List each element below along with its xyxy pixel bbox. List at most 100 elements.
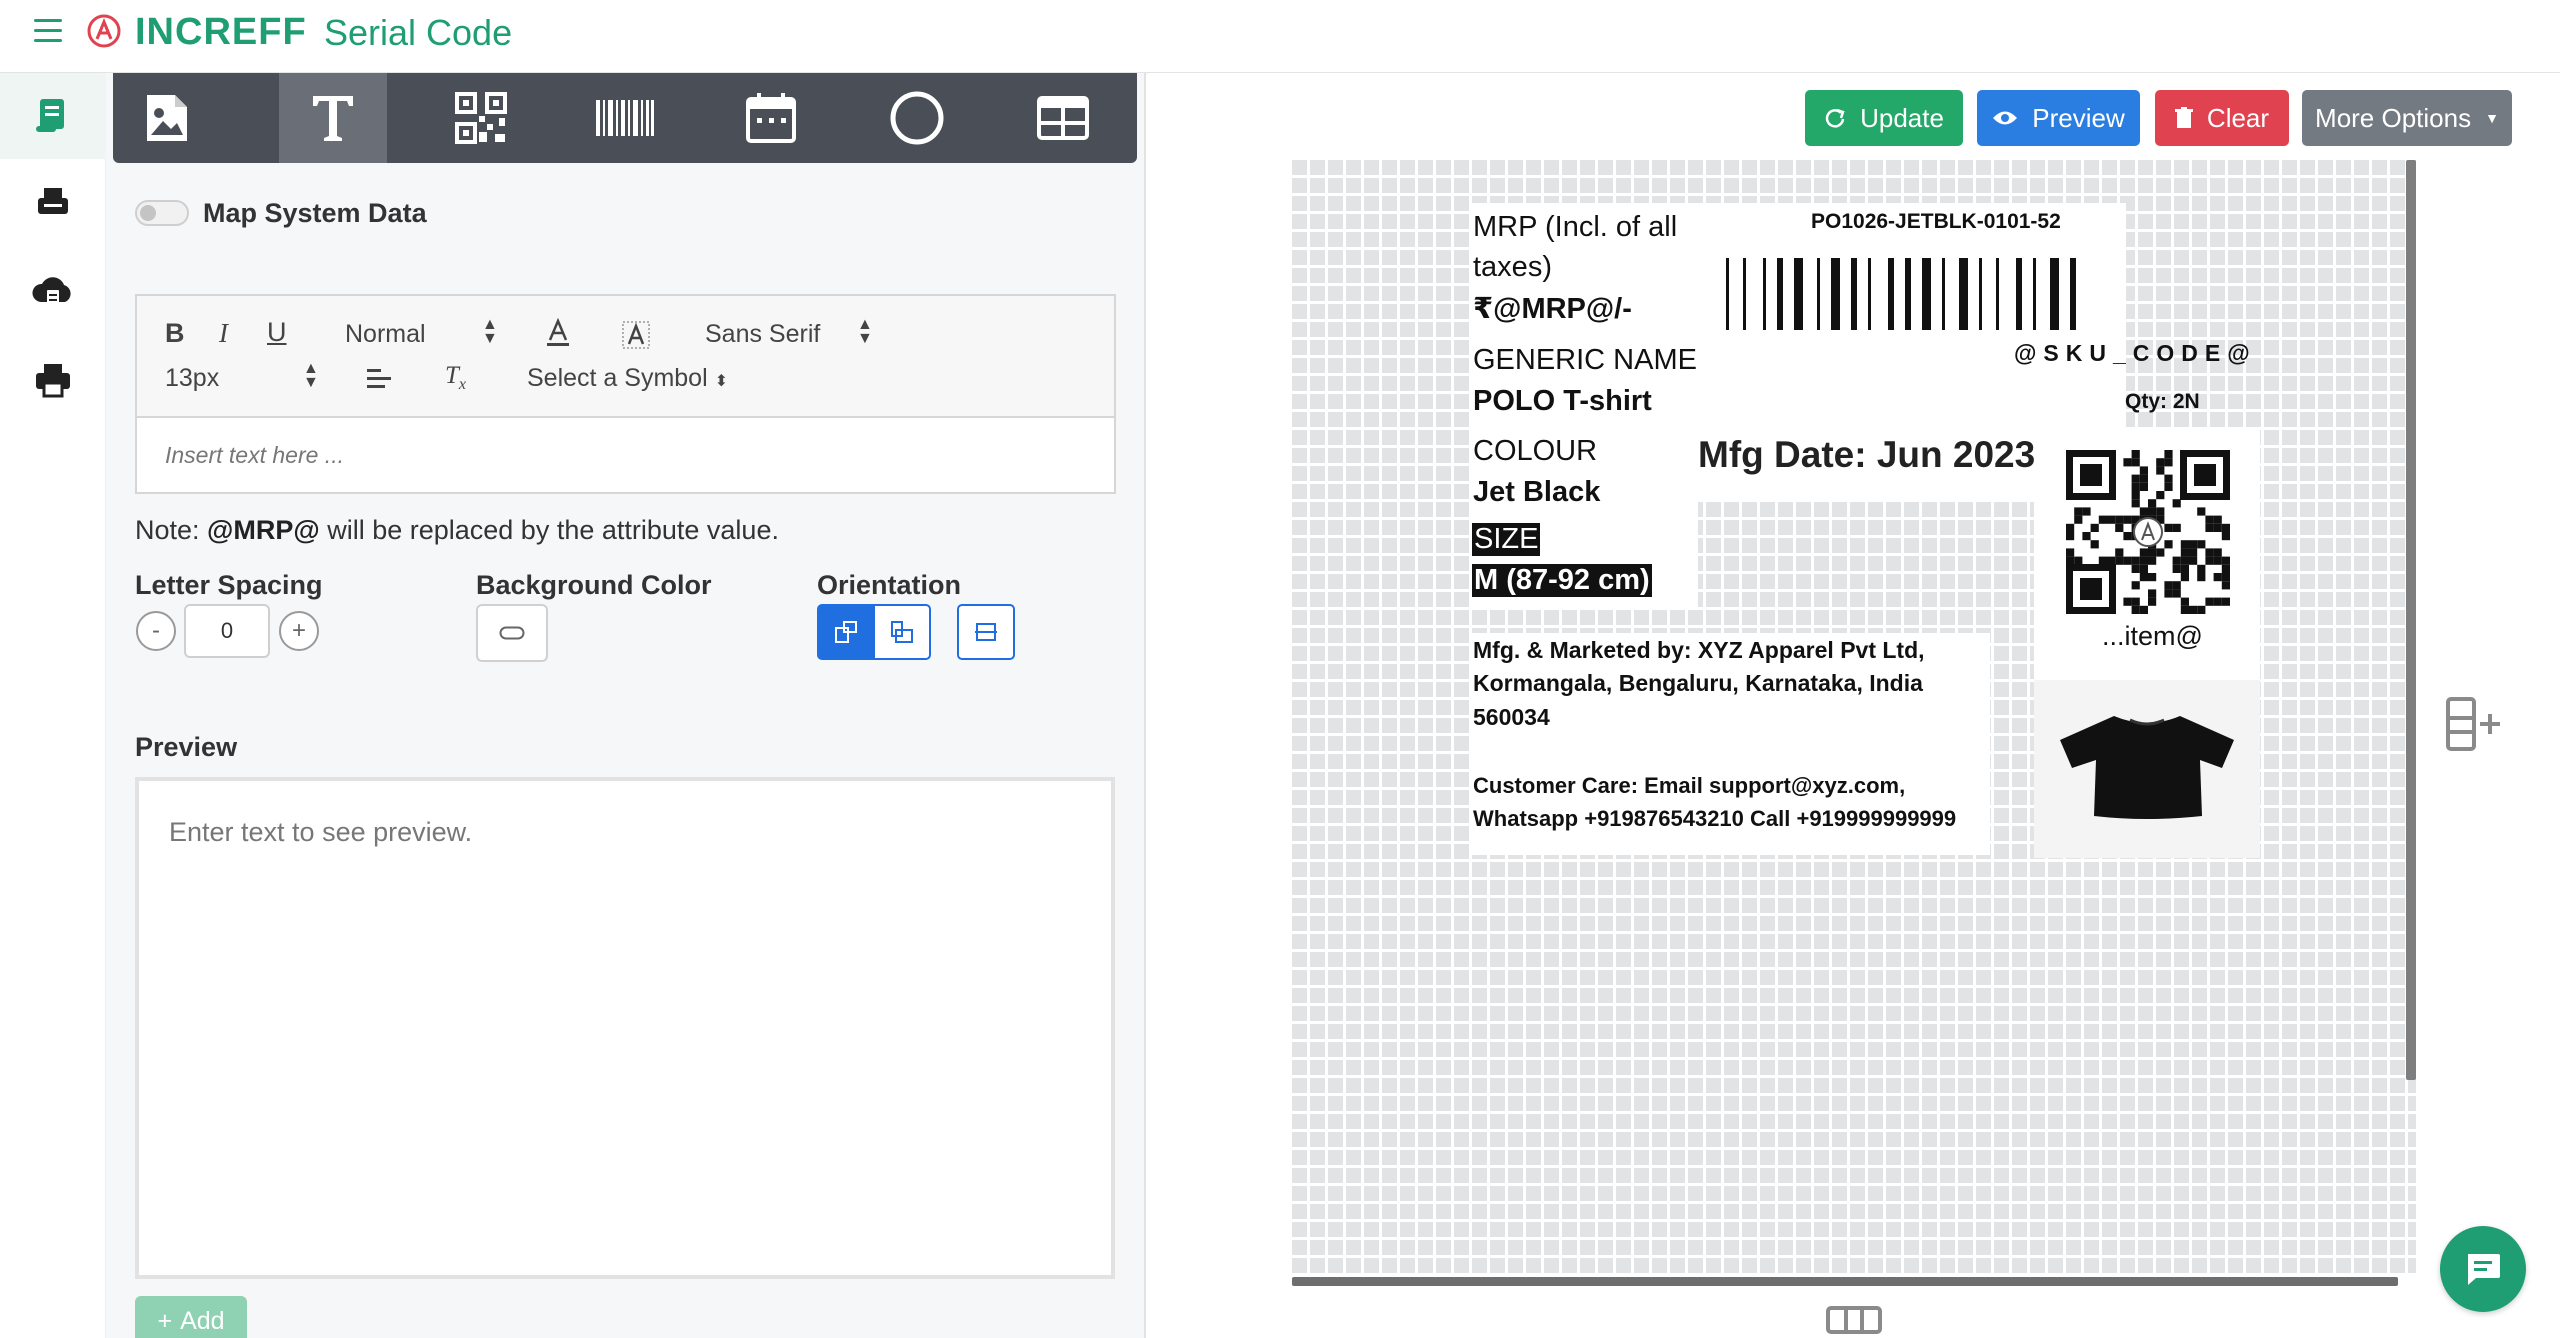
update-button[interactable]: Update [1805,90,1963,146]
cloud-icon [32,277,71,306]
table-icon [1037,96,1089,140]
trash-icon [2174,107,2193,128]
background-color-label: Background Color [476,570,712,600]
add-button[interactable]: + Add [135,1296,247,1338]
label-design-icon [36,99,64,132]
symbol-select-arrows-icon: ⬍ [714,373,728,390]
rail-item-label-design[interactable] [0,73,106,159]
orientation-flip-button[interactable] [957,604,1015,660]
item-token-text[interactable]: ...item@ [2102,621,2203,652]
circle-shape-icon [890,91,944,145]
align-left-icon [367,369,391,388]
caret-down-icon: ▼ [2485,110,2499,126]
background-color-text-button[interactable] [621,320,651,357]
editor-text-area[interactable]: Insert text here ... [137,416,1114,492]
tool-qr-code[interactable] [427,73,535,163]
print-icon [36,364,70,398]
text-icon [313,96,353,141]
canvas-vertical-scrollbar[interactable] [2406,160,2416,1080]
chat-support-button[interactable] [2440,1226,2526,1312]
tshirt-product-image[interactable] [2054,712,2240,822]
font-family-select[interactable]: Sans Serif [705,320,820,349]
rail-item-cloud-upload[interactable] [0,248,106,334]
orientation-portrait-button[interactable] [817,604,875,660]
size-value[interactable]: M (87-92 cm) [1472,564,1652,597]
heading-select[interactable]: Normal [345,320,426,349]
left-rail [0,73,106,1338]
tool-image[interactable] [113,73,221,163]
generic-name-label[interactable]: GENERIC NAME [1473,344,1697,377]
calendar-icon [746,93,796,143]
mrp-value[interactable]: ₹@MRP@/- [1473,291,1632,326]
bold-button[interactable]: B [165,318,185,349]
clear-format-icon: Tx [445,362,467,393]
editor-toolbar: B I U Normal ▲▼ Sans Serif ▲▼ 13px ▲▼ [137,296,1114,416]
clear-button[interactable]: Clear [2155,90,2289,146]
letter-spacing-decrease-button[interactable]: - [136,611,176,651]
po-code-text[interactable]: PO1026-JETBLK-0101-52 [1811,210,2061,234]
letter-spacing-label: Letter Spacing [135,570,323,600]
flip-horizontal-icon [975,623,997,641]
customer-care-line2[interactable]: Whatsapp +919876543210 Call +91999999999… [1473,806,1956,832]
add-row-icon[interactable] [2444,696,2504,752]
rotate-portrait-icon [835,621,857,643]
font-family-arrows-icon: ▲ ▼ [857,316,873,347]
letter-spacing-input[interactable]: 0 [184,604,270,658]
tool-shape[interactable] [863,73,971,163]
heading-select-arrows-icon: ▲ ▼ [482,316,498,347]
tool-barcode[interactable] [571,73,679,163]
orientation-landscape-button[interactable] [873,604,931,660]
menu-icon[interactable] [34,19,62,43]
font-color-button[interactable] [545,317,571,355]
rail-item-printer-tray[interactable] [0,159,106,245]
mfg-date-text[interactable]: Mfg Date: Jun 2023 [1698,434,2035,476]
rotate-landscape-icon [891,621,913,643]
mfg-address-line2[interactable]: Kormangala, Bengaluru, Karnataka, India [1473,670,1923,697]
more-options-button[interactable]: More Options ▼ [2302,90,2512,146]
background-color-button[interactable] [476,604,548,662]
add-column-icon[interactable] [1826,1306,1882,1334]
sku-code-text[interactable]: @SKU_CODE@ [2014,340,2257,367]
generic-name-value[interactable]: POLO T-shirt [1473,385,1652,418]
colour-label[interactable]: COLOUR [1473,435,1597,468]
chat-icon [2468,1254,2500,1285]
underline-button[interactable]: U [267,317,287,348]
colour-value[interactable]: Jet Black [1473,476,1600,509]
qr-code-icon [455,92,507,144]
letter-spacing-increase-button[interactable]: + [279,611,319,651]
mrp-label-line1[interactable]: MRP (Incl. of all [1473,211,1677,244]
italic-button[interactable]: I [219,318,228,349]
map-system-data-label: Map System Data [203,198,427,228]
image-icon [147,95,187,141]
increff-logo-icon [87,14,121,48]
preview-label: Preview [135,732,238,762]
tool-table[interactable] [1009,73,1117,163]
canvas-horizontal-scrollbar[interactable] [1292,1277,2398,1286]
qr-code-graphic[interactable] [2066,450,2230,614]
editor-placeholder: Insert text here ... [165,442,344,468]
brand-name: INCREFF [135,11,307,53]
symbol-select[interactable]: Select a Symbol ⬍ [527,364,728,393]
refresh-icon [1825,108,1845,128]
mrp-label-line2[interactable]: taxes) [1473,251,1552,284]
mfg-address-line3[interactable]: 560034 [1473,704,1550,731]
clear-format-button[interactable]: Tx [445,362,466,394]
customer-care-line1[interactable]: Customer Care: Email support@xyz.com, [1473,773,1905,799]
barcode-icon [596,100,654,136]
orientation-label: Orientation [817,570,962,600]
rail-item-print[interactable] [0,337,106,423]
tool-date[interactable] [717,73,825,163]
preview-button[interactable]: Preview [1977,90,2140,146]
size-label[interactable]: SIZE [1472,523,1541,556]
preview-placeholder: Enter text to see preview. [169,817,473,847]
align-button[interactable] [365,366,393,399]
rich-text-editor: B I U Normal ▲▼ Sans Serif ▲▼ 13px ▲▼ [135,294,1116,494]
barcode-graphic[interactable] [1724,258,2258,330]
map-system-data-toggle[interactable] [135,200,189,226]
qty-text[interactable]: Qty: 2N [2125,390,2200,414]
element-toolbar [113,73,1137,163]
font-size-select[interactable]: 13px [165,364,219,393]
mfg-address-line1[interactable]: Mfg. & Marketed by: XYZ Apparel Pvt Ltd, [1473,637,1925,664]
tool-text[interactable] [279,73,387,163]
printer-tray-icon [38,188,68,214]
